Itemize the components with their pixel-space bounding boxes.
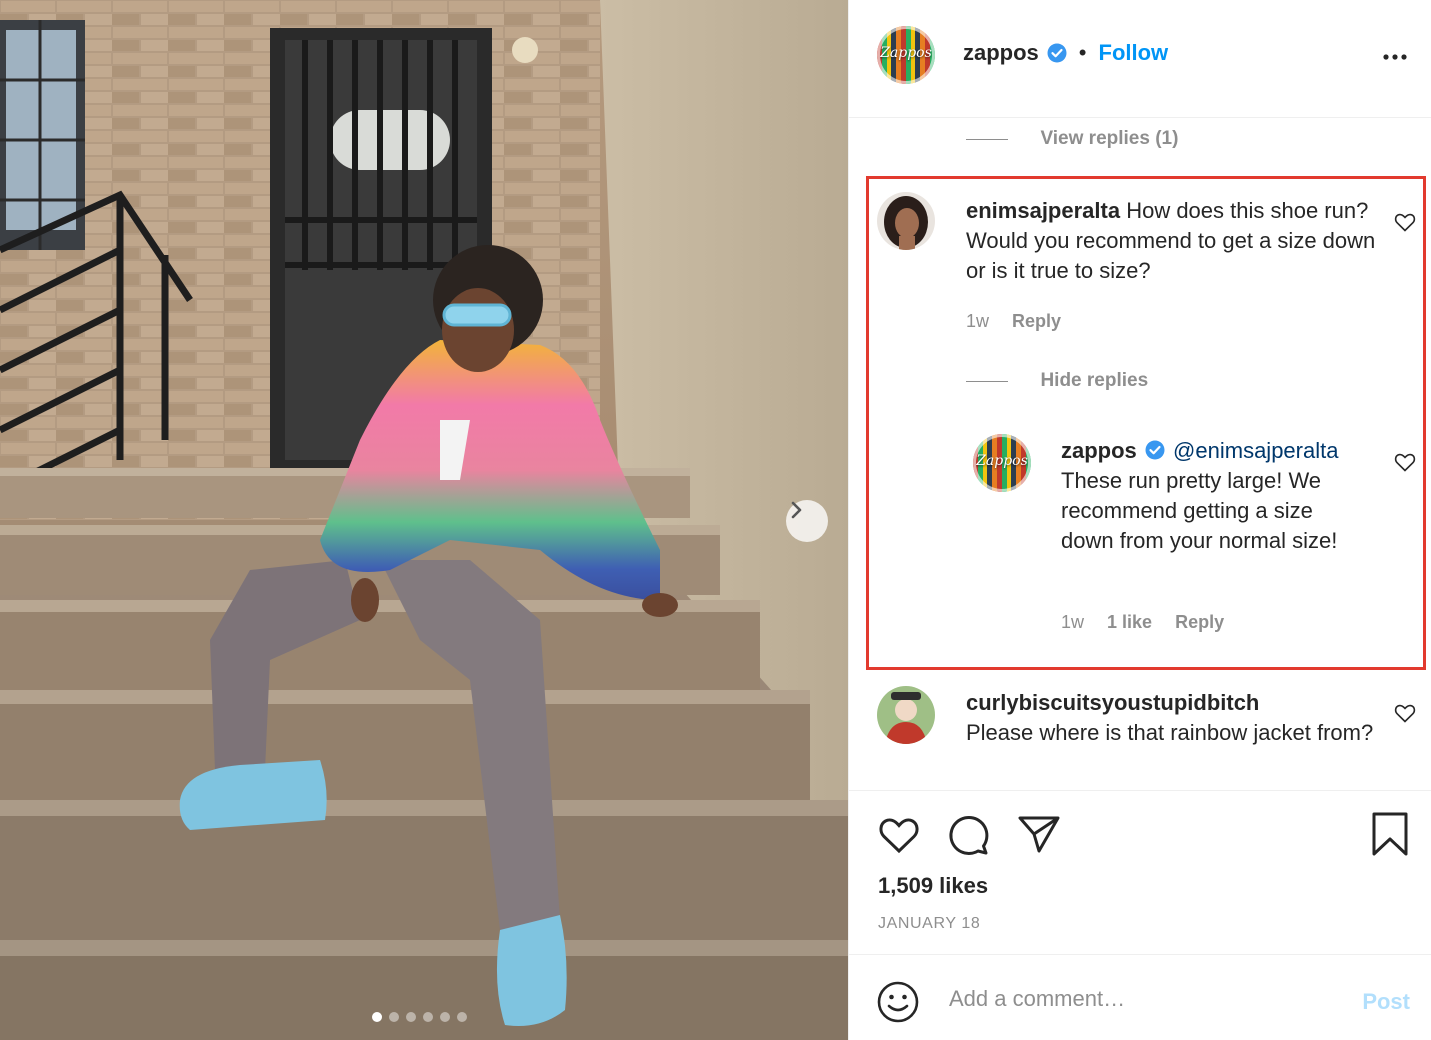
likes-count[interactable]: 1,509 likes [878,873,988,899]
reply-button[interactable]: Reply [1175,612,1224,632]
post-photo[interactable] [0,0,848,1040]
comment-body: curlybiscuitsyoustupidbitch Please where… [966,688,1376,748]
heart-icon[interactable] [877,813,921,855]
paper-plane-icon[interactable] [1017,813,1061,855]
view-replies-row: View replies (1) [966,128,1178,150]
author-avatar[interactable]: Zappos [877,26,935,84]
post-date[interactable]: JANUARY 18 [878,915,980,933]
view-replies-button[interactable]: View replies (1) [1040,128,1178,149]
follow-button[interactable]: Follow [1099,40,1169,66]
comment-username[interactable]: curlybiscuitsyoustupidbitch [966,690,1259,715]
carousel-dot [457,1012,467,1022]
author-username[interactable]: zappos [963,40,1039,66]
thread-divider [966,381,1008,383]
avatar-logo-text: Zappos [976,453,1028,469]
chevron-right-icon [791,501,802,519]
avatar-photo [885,692,927,744]
comment-like-heart-icon[interactable] [1393,210,1417,234]
comment-bubble-icon[interactable] [947,813,991,857]
carousel-dot [389,1012,399,1022]
comment-username[interactable]: enimsajperalta [966,198,1120,223]
post-side-panel: Zappos zappos • Follow View replies (1) [848,0,1431,1040]
commenter-avatar[interactable] [877,192,935,250]
commenter-avatar[interactable] [877,686,935,744]
avatar-logo-text: Zappos [880,45,932,61]
reply-button[interactable]: Reply [1012,311,1061,331]
post-header: Zappos zappos • Follow [849,0,1431,118]
carousel-dot [440,1012,450,1022]
comment-input[interactable] [949,983,1339,1015]
reply-text: These run pretty large! We recommend get… [1061,468,1338,553]
verified-badge-icon [1047,43,1067,63]
hide-replies-row: Hide replies [966,370,1148,392]
comment-meta: 1w Reply [966,311,1061,332]
carousel-dot-active [372,1012,382,1022]
comment-time: 1w [966,311,990,331]
reply-body: zappos @enimsajperalta These run pretty … [1061,436,1371,556]
reply-username[interactable]: zappos [1061,438,1137,463]
reply-like-heart-icon[interactable] [1393,450,1417,474]
carousel-indicator [372,1012,467,1022]
comment-body: enimsajperalta How does this shoe run? W… [966,196,1376,286]
reply-likes-count[interactable]: 1 like [1107,612,1152,632]
smiley-icon[interactable] [877,981,919,1023]
comment-text: Please where is that rainbow jacket from… [966,720,1374,745]
comment-composer: Post [849,954,1431,1040]
verified-badge-icon [1145,440,1165,460]
reply-mention[interactable]: @enimsajperalta [1173,438,1338,463]
bookmark-icon[interactable] [1371,811,1409,857]
thread-divider [966,139,1008,141]
comment-like-heart-icon[interactable] [1393,701,1417,725]
carousel-dot [406,1012,416,1022]
header-separator: • [1078,40,1087,65]
next-photo-button[interactable] [786,500,828,542]
carousel-dot [423,1012,433,1022]
photo-illustration [0,0,848,1040]
reply-time: 1w [1061,612,1085,632]
avatar-photo [884,196,928,250]
hide-replies-button[interactable]: Hide replies [1040,370,1148,391]
more-options-icon[interactable] [1382,44,1408,70]
reply-meta: 1w 1 like Reply [1061,612,1224,633]
reply-author-avatar[interactable]: Zappos [973,434,1031,492]
post-comment-button[interactable]: Post [1362,989,1410,1015]
post-actions: 1,509 likes JANUARY 18 [849,790,1431,954]
